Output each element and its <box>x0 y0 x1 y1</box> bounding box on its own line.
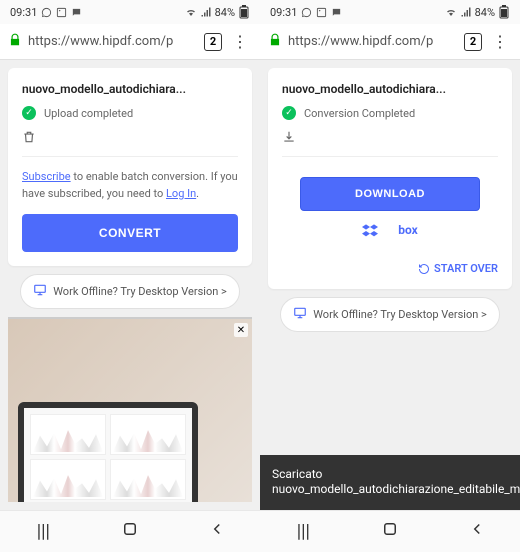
status-bar: 09:31 84% <box>0 0 260 24</box>
whatsapp-icon <box>300 6 312 18</box>
phone-right: 09:31 84% htt <box>260 0 520 552</box>
browser-bar: https://www.hipdf.com/p 2 ⋮ <box>260 24 520 60</box>
tab-count[interactable]: 2 <box>464 33 482 51</box>
chat-icon <box>70 6 82 18</box>
status-bar: 09:31 84% <box>260 0 520 24</box>
subscribe-link[interactable]: Subscribe <box>22 170 71 183</box>
battery-icon <box>498 6 510 18</box>
phone-left: 09:31 84% htt <box>0 0 260 552</box>
conversion-card: nuovo_modello_autodichiara... ✓ Conversi… <box>268 68 512 289</box>
ad-image[interactable]: ✕ <box>8 319 252 502</box>
battery-icon <box>238 6 250 18</box>
battery-percent: 84% <box>215 6 235 19</box>
lock-icon <box>268 33 282 51</box>
browser-bar: https://www.hipdf.com/p 2 ⋮ <box>0 24 260 60</box>
lock-icon <box>8 33 22 51</box>
url-text[interactable]: https://www.hipdf.com/p <box>288 34 458 49</box>
nav-bar: ||| <box>0 510 260 552</box>
content-area: nuovo_modello_autodichiara... ✓ Conversi… <box>260 60 520 510</box>
wifi-icon <box>185 6 197 18</box>
content-area: nuovo_modello_autodichiara... ✓ Upload c… <box>0 60 260 510</box>
filename: nuovo_modello_autodichiara... <box>282 82 498 96</box>
check-icon: ✓ <box>22 106 36 120</box>
whatsapp-icon <box>40 6 52 18</box>
upload-status-text: Upload completed <box>44 107 133 120</box>
start-over-button[interactable]: START OVER <box>282 262 498 275</box>
desktop-icon <box>293 306 307 323</box>
offline-text: Work Offline? Try Desktop Version > <box>53 285 227 298</box>
menu-icon[interactable]: ⋮ <box>228 32 252 51</box>
offline-text: Work Offline? Try Desktop Version > <box>313 308 487 321</box>
menu-icon[interactable]: ⋮ <box>488 32 512 51</box>
home-button[interactable] <box>370 520 410 543</box>
offline-pill[interactable]: Work Offline? Try Desktop Version > <box>280 297 500 332</box>
ad-area: ▸ ✕ <box>8 317 252 502</box>
recent-apps-button[interactable]: ||| <box>283 521 323 542</box>
chat-icon <box>330 6 342 18</box>
url-text[interactable]: https://www.hipdf.com/p <box>28 34 198 49</box>
convert-button[interactable]: CONVERT <box>22 214 238 252</box>
divider <box>22 156 238 157</box>
download-button[interactable]: DOWNLOAD <box>300 177 480 211</box>
nav-bar: ||| <box>260 510 520 552</box>
download-icon[interactable] <box>282 130 498 148</box>
status-time: 09:31 <box>270 6 297 19</box>
filename: nuovo_modello_autodichiara... <box>22 82 238 96</box>
subscribe-text: Subscribe to enable batch conversion. If… <box>22 169 238 202</box>
battery-percent: 84% <box>475 6 495 19</box>
status-time: 09:31 <box>10 6 37 19</box>
signal-icon <box>200 6 212 18</box>
download-toast: Scaricato nuovo_modello_autodichiarazion… <box>260 455 520 510</box>
divider <box>282 156 498 157</box>
dropbox-icon[interactable] <box>362 223 378 242</box>
toast-text: Scaricato nuovo_modello_autodichiarazion… <box>272 467 520 498</box>
check-icon: ✓ <box>282 106 296 120</box>
desktop-icon <box>33 283 47 300</box>
login-link[interactable]: Log In <box>166 187 196 200</box>
recent-apps-button[interactable]: ||| <box>23 521 63 542</box>
image-icon <box>55 6 67 18</box>
upload-card: nuovo_modello_autodichiara... ✓ Upload c… <box>8 68 252 266</box>
home-button[interactable] <box>110 520 150 543</box>
trash-icon[interactable] <box>22 130 238 148</box>
signal-icon <box>460 6 472 18</box>
box-icon[interactable]: box <box>398 223 418 242</box>
image-icon <box>315 6 327 18</box>
back-button[interactable] <box>457 520 497 543</box>
offline-pill[interactable]: Work Offline? Try Desktop Version > <box>20 274 240 309</box>
tab-count[interactable]: 2 <box>204 33 222 51</box>
conversion-status-text: Conversion Completed <box>304 107 415 120</box>
back-button[interactable] <box>197 520 237 543</box>
wifi-icon <box>445 6 457 18</box>
close-icon[interactable]: ✕ <box>234 323 248 337</box>
